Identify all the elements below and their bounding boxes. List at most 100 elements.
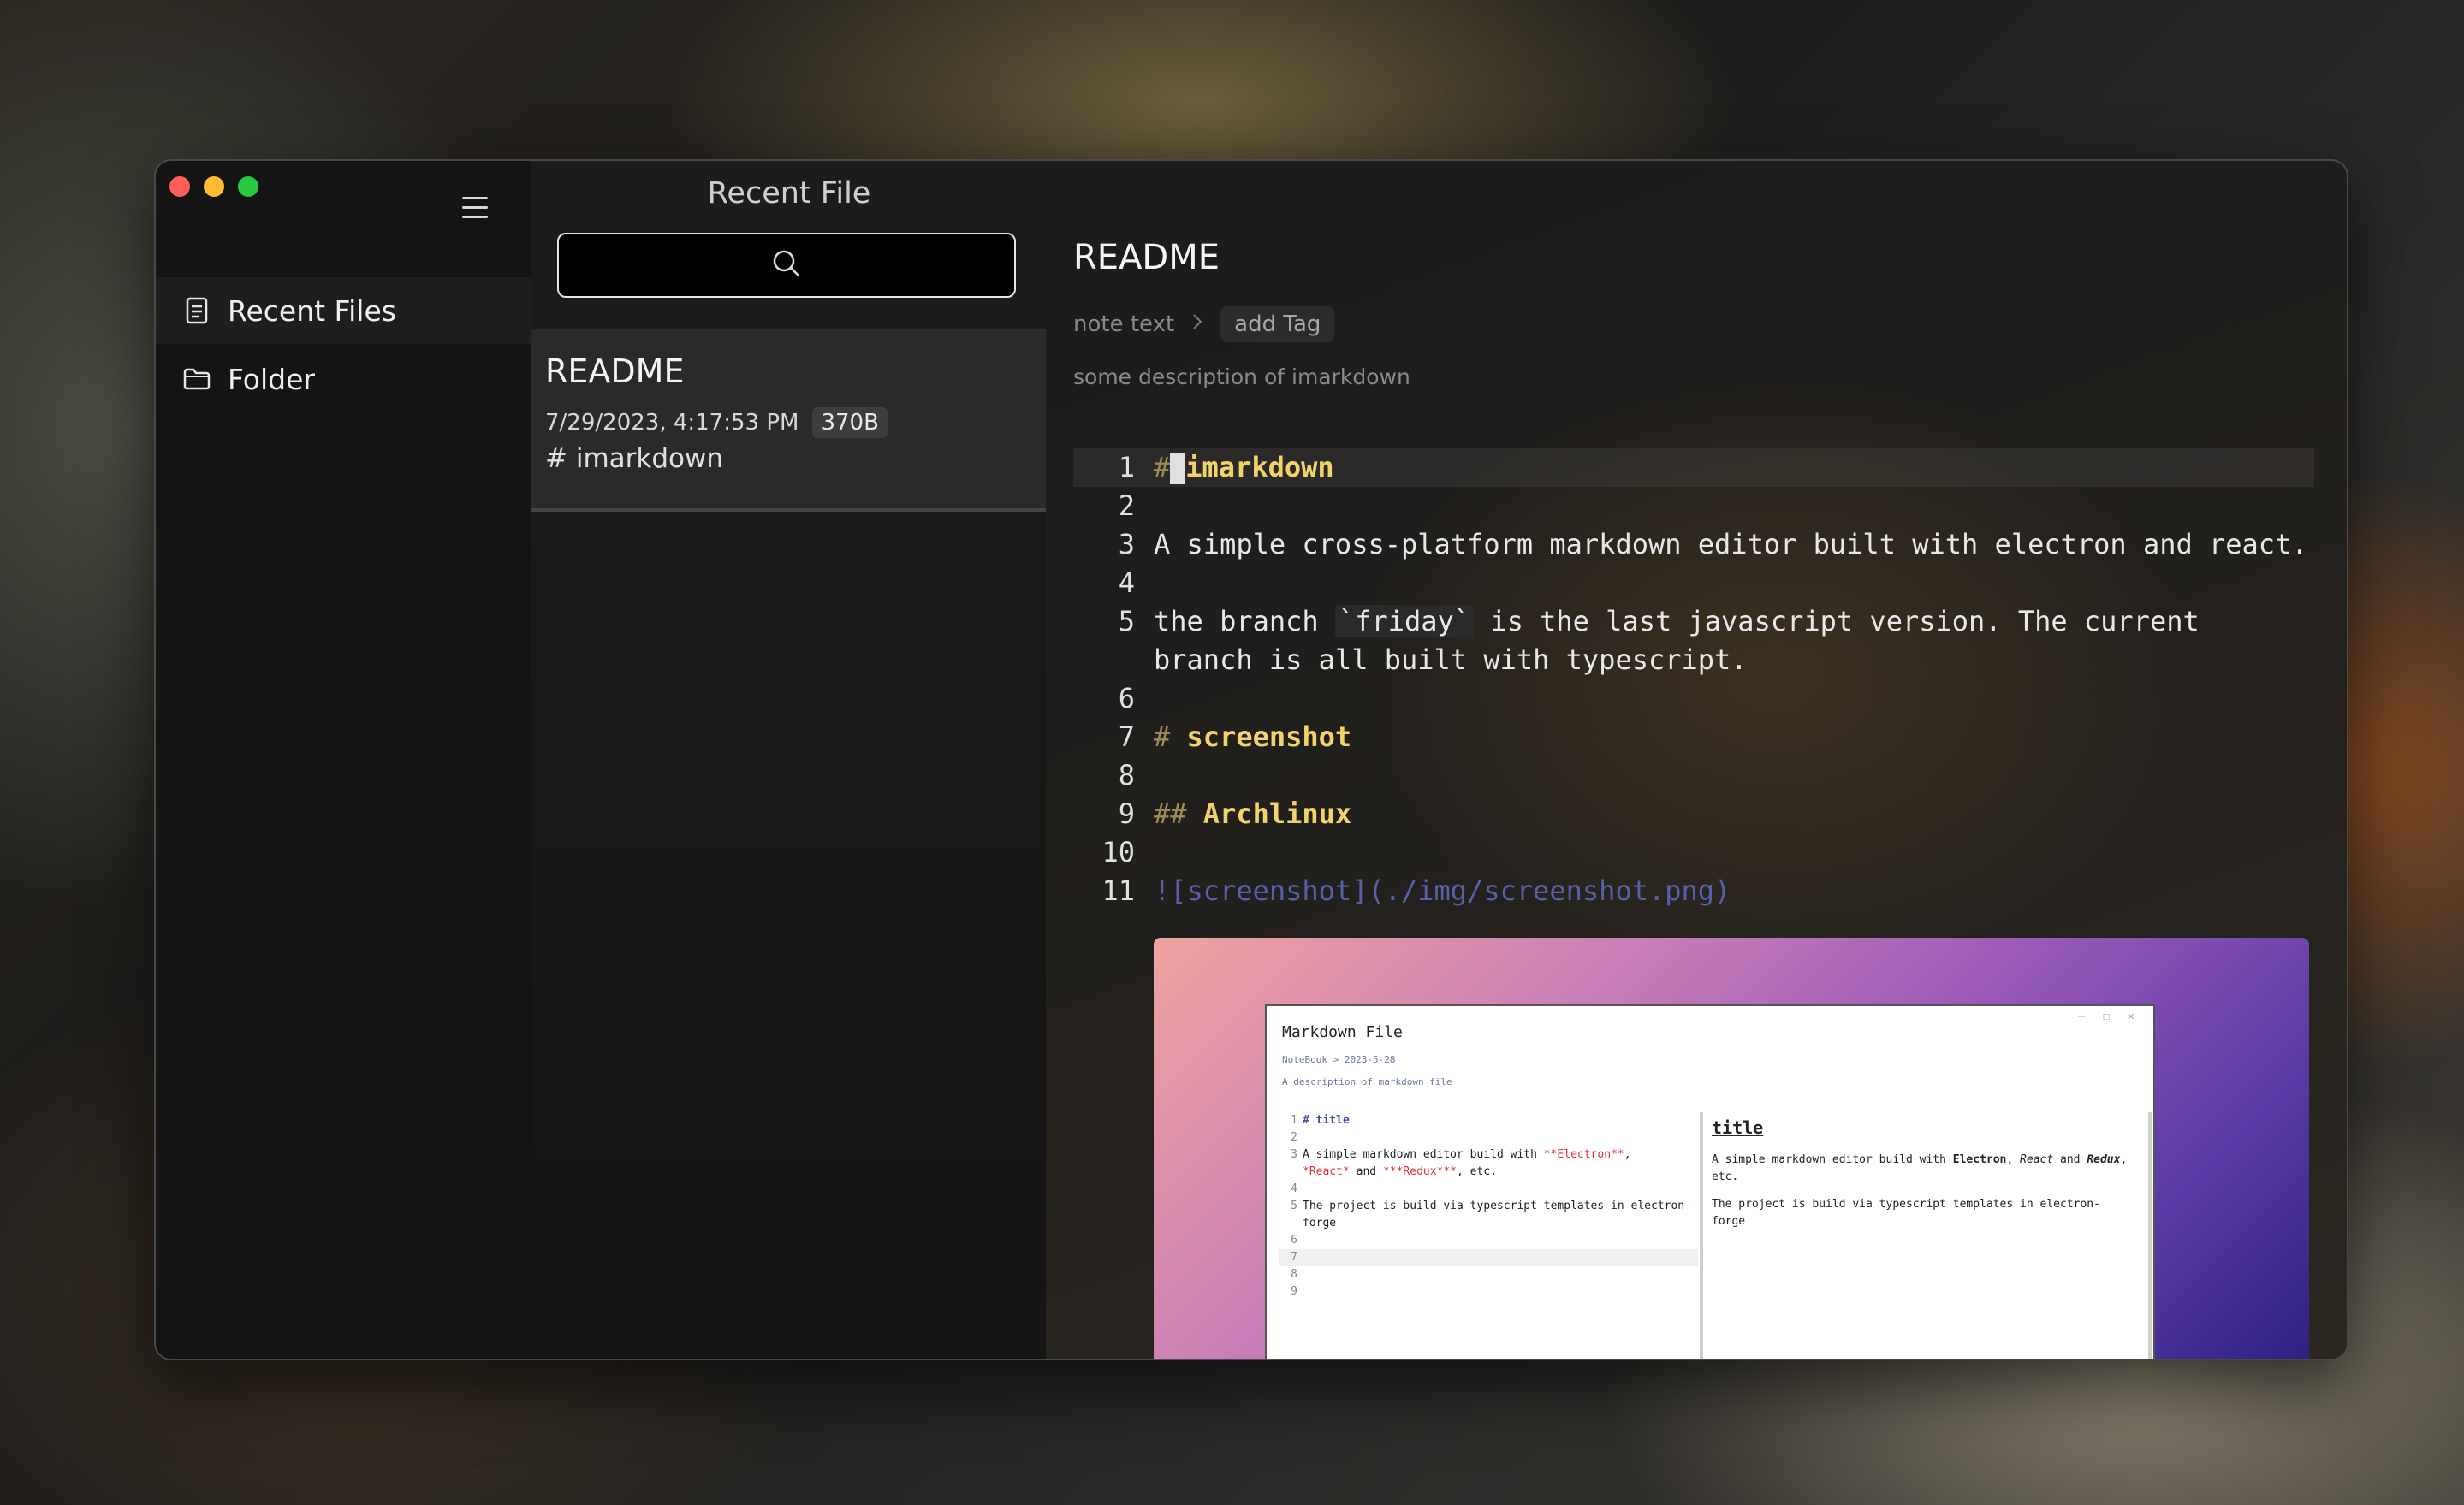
- embedded-title: Markdown File: [1282, 1023, 1403, 1041]
- line-text: A simple cross-platform markdown editor …: [1154, 528, 2308, 560]
- sidebar-item-folder[interactable]: Folder: [156, 346, 531, 412]
- embedded-line-text: , etc.: [1457, 1165, 1497, 1178]
- line-number: 5: [1118, 605, 1135, 637]
- embedded-line-text: [1303, 1129, 1698, 1147]
- editor-line[interactable]: 9 ## Archlinux: [1073, 795, 2314, 833]
- file-list-item[interactable]: README 7/29/2023, 4:17:53 PM 370B # imar…: [531, 329, 1047, 512]
- embedded-preview-paragraph: The project is build via typescript temp…: [1712, 1198, 2100, 1228]
- embedded-bold-text: **Electron**: [1543, 1148, 1624, 1161]
- embedded-heading-text: title: [1315, 1114, 1350, 1127]
- window-controls: [169, 176, 258, 197]
- heading-mark: #: [1154, 451, 1171, 483]
- line-number: 4: [1118, 566, 1135, 599]
- heading-text: screenshot: [1186, 720, 1352, 753]
- file-size-badge: 370B: [812, 407, 888, 438]
- editor-line[interactable]: 1 # imarkdown: [1073, 448, 2314, 487]
- embedded-line-number: 1: [1291, 1114, 1297, 1127]
- file-preview: # imarkdown: [545, 443, 723, 474]
- editor-line[interactable]: 2: [1073, 487, 2314, 525]
- close-window-button[interactable]: [169, 176, 190, 197]
- chevron-right-icon: [1191, 311, 1203, 337]
- embedded-line-text: and: [1349, 1165, 1383, 1178]
- embedded-breadcrumb: NoteBook > 2023-5-28: [1282, 1054, 1396, 1065]
- embedded-line-number: 8: [1291, 1268, 1297, 1281]
- line-number: 1: [1118, 451, 1135, 483]
- editor-line[interactable]: 6: [1073, 679, 2314, 718]
- sidebar-item-recent-files[interactable]: Recent Files: [156, 277, 531, 344]
- breadcrumb-notebook[interactable]: note text: [1073, 311, 1174, 337]
- line-number: 6: [1118, 682, 1135, 714]
- panel-title: Recent File: [707, 176, 871, 210]
- file-title: README: [545, 353, 685, 390]
- line-number: 2: [1118, 489, 1135, 522]
- embedded-heading-mark: #: [1303, 1114, 1309, 1127]
- embedded-italic-text: *React*: [1303, 1165, 1350, 1178]
- maximize-window-button[interactable]: [238, 176, 258, 197]
- embedded-preview-text: and: [2053, 1153, 2087, 1166]
- embedded-divider: [1700, 1112, 1703, 1359]
- line-text: [1154, 679, 2314, 718]
- embedded-description: A description of markdown file: [1282, 1076, 1452, 1087]
- heading-text: imarkdown: [1185, 451, 1334, 483]
- embedded-scrollbar: [2148, 1112, 2152, 1359]
- embedded-preview-bold-italic: Redux: [2087, 1153, 2121, 1166]
- folder-icon: [181, 364, 212, 394]
- markdown-editor[interactable]: 1 # imarkdown 2 3 A simple cross-platform…: [1073, 448, 2314, 910]
- embedded-line: 6: [1279, 1232, 1698, 1249]
- line-number: 7: [1118, 720, 1135, 753]
- line-text: [1154, 564, 2314, 602]
- document-icon: [181, 295, 212, 326]
- line-text: [1154, 833, 2314, 872]
- document-description[interactable]: some description of imarkdown: [1073, 364, 1410, 389]
- embedded-preview-heading: title: [1712, 1117, 1764, 1138]
- embedded-preview-italic: React: [2020, 1153, 2054, 1166]
- embedded-line: 3 A simple markdown editor build with **E…: [1279, 1147, 1698, 1164]
- embedded-line: *React* and ***Redux***, etc.: [1279, 1164, 1698, 1181]
- editor-line[interactable]: 10: [1073, 833, 2314, 872]
- embedded-line-text: A simple markdown editor build with: [1303, 1148, 1544, 1161]
- sidebar: Recent Files Folder: [156, 161, 531, 1359]
- embedded-line-text: [1303, 1232, 1698, 1249]
- line-number: 8: [1118, 759, 1135, 791]
- line-number: 11: [1101, 874, 1135, 907]
- embedded-bold-italic-text: ***Redux***: [1382, 1165, 1458, 1178]
- embedded-line-number: 2: [1291, 1131, 1297, 1144]
- sidebar-item-label: Folder: [228, 362, 315, 396]
- embedded-preview-text: ,: [2006, 1153, 2021, 1166]
- embedded-line-number: 4: [1291, 1182, 1297, 1195]
- embedded-line-number: [1279, 1164, 1303, 1181]
- minimize-window-button[interactable]: [204, 176, 224, 197]
- embedded-line-number: 3: [1291, 1148, 1297, 1161]
- line-text: [1154, 487, 2314, 525]
- editor-line[interactable]: 4: [1073, 564, 2314, 602]
- editor-line[interactable]: 3 A simple cross-platform markdown edito…: [1073, 525, 2314, 564]
- image-link-text: ![screenshot](./img/screenshot.png): [1154, 874, 1731, 907]
- app-window: Recent Files Folder Recent File README 7…: [154, 159, 2348, 1360]
- breadcrumb: note text add Tag: [1073, 306, 1335, 342]
- heading-mark: ##: [1154, 797, 1187, 830]
- embedded-line: 5 The project is build via typescript tem…: [1279, 1198, 1698, 1232]
- line-number: 9: [1118, 797, 1135, 830]
- hamburger-menu-icon[interactable]: [462, 188, 500, 226]
- search-input[interactable]: [557, 233, 1016, 298]
- heading-text: Archlinux: [1202, 797, 1352, 830]
- editor-line[interactable]: 5 the branch `friday` is the last javasc…: [1073, 602, 2314, 679]
- line-number: 10: [1101, 836, 1135, 868]
- editor-line[interactable]: 7 # screenshot: [1073, 718, 2314, 756]
- embedded-line: 1 # title: [1279, 1112, 1698, 1129]
- embedded-editor: 1 # title 2 3 A simple markdown editor bui…: [1279, 1112, 1698, 1301]
- text-cursor: [1170, 453, 1186, 484]
- editor-line[interactable]: 8: [1073, 756, 2314, 795]
- line-text: [1154, 756, 2314, 795]
- embedded-line: 7: [1279, 1249, 1698, 1266]
- embedded-app-window: — ☐ ✕ Markdown File NoteBook > 2023-5-28…: [1265, 1004, 2155, 1359]
- embedded-line-text: [1303, 1266, 1698, 1283]
- add-tag-button[interactable]: add Tag: [1220, 306, 1335, 342]
- embedded-preview-text: A simple markdown editor build with: [1712, 1153, 1953, 1166]
- editor-line[interactable]: 11 ![screenshot](./img/screenshot.png): [1073, 872, 2314, 910]
- file-date: 7/29/2023, 4:17:53 PM: [545, 410, 799, 436]
- embedded-line-text: ,: [1624, 1148, 1631, 1161]
- embedded-line-text: The project is build via typescript temp…: [1303, 1200, 1691, 1229]
- document-title[interactable]: README: [1073, 238, 1220, 277]
- embedded-line-number: 7: [1291, 1251, 1297, 1264]
